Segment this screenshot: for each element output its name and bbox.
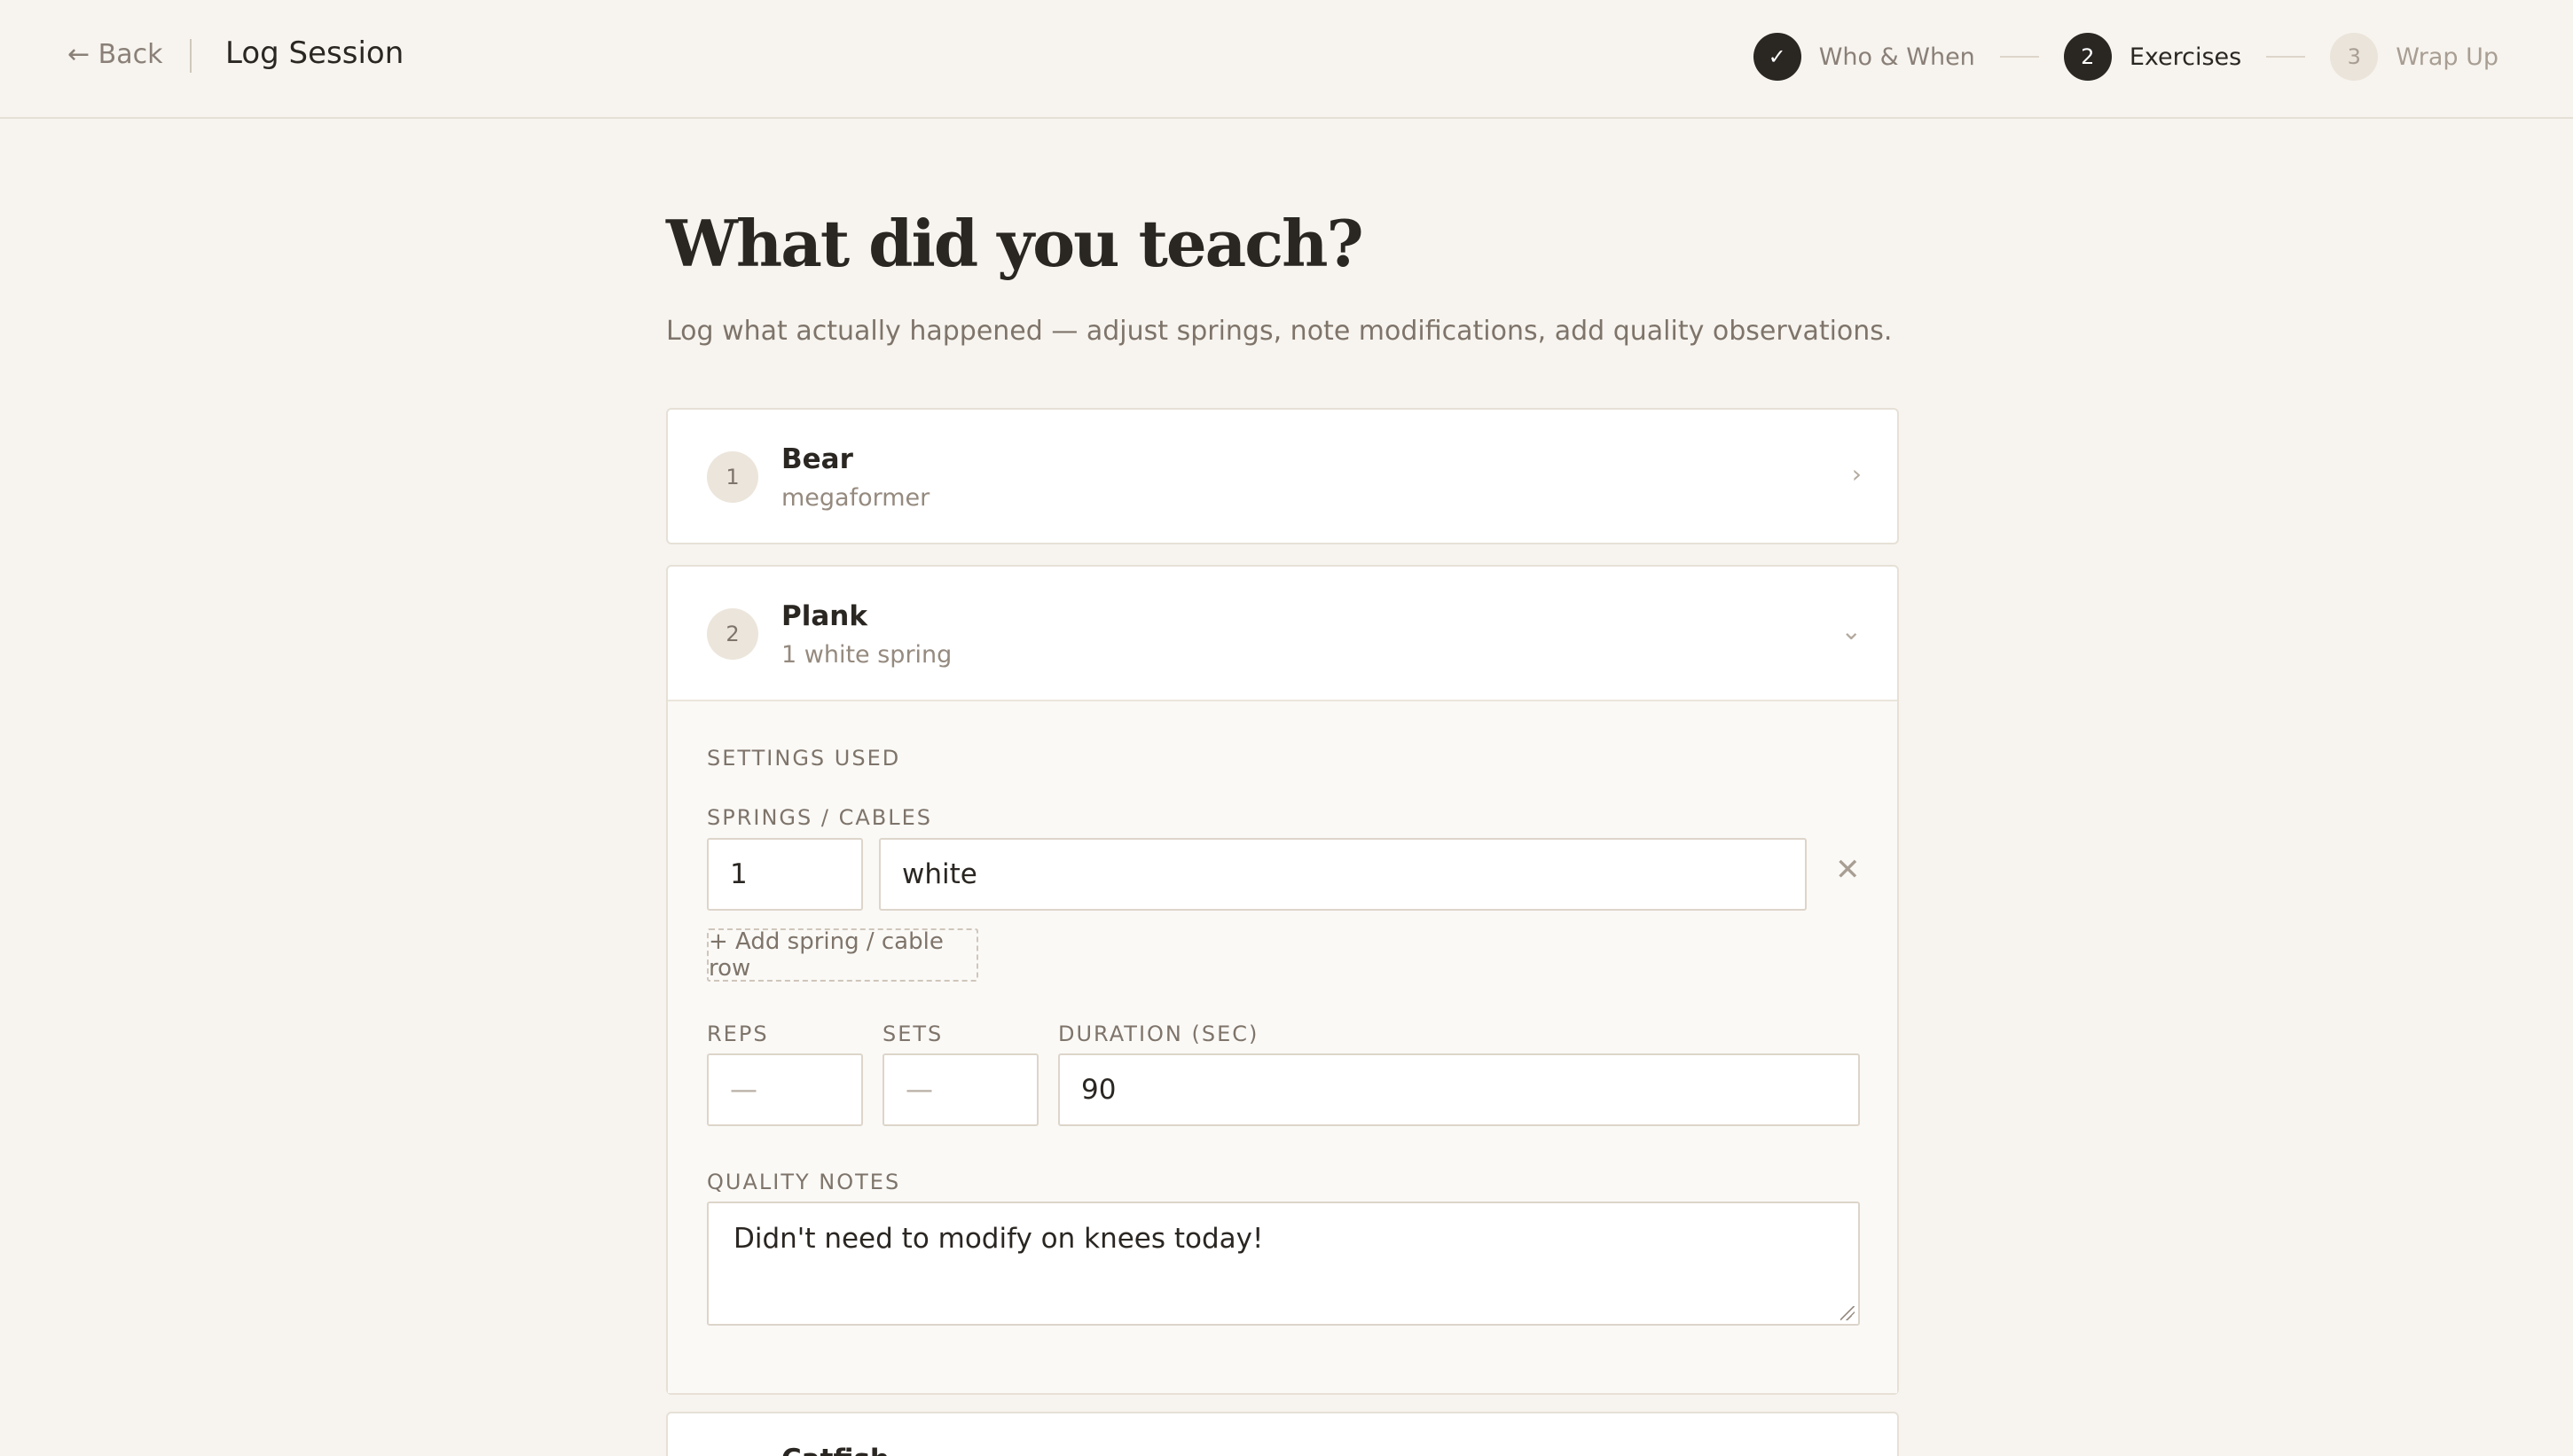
step-wrap-up[interactable]: 3 Wrap Up: [2330, 33, 2498, 81]
exercise-detail: megaformer: [781, 484, 930, 512]
reps-label: REPS: [707, 1022, 769, 1046]
reps-input[interactable]: —: [707, 1053, 863, 1126]
quality-notes-textarea[interactable]: Didn't need to modify on knees today!: [707, 1202, 1860, 1326]
chevron-right-icon[interactable]: ›: [1852, 459, 1862, 489]
remove-spring-row-icon[interactable]: ✕: [1835, 852, 1861, 888]
step-connector: [2266, 56, 2306, 58]
add-spring-row-button[interactable]: + Add spring / cable row: [707, 928, 978, 982]
page-subtitle: Log what actually happened — adjust spri…: [666, 316, 1893, 347]
exercise-name: Bear: [781, 443, 853, 475]
exercise-number-badge: 1: [707, 451, 758, 503]
header-title: Log Session: [225, 35, 404, 71]
step-number: 2: [2063, 33, 2112, 81]
header-divider: [190, 39, 192, 73]
sets-input[interactable]: —: [883, 1053, 1039, 1126]
step-connector: [1999, 56, 2039, 58]
exercise-name: Plank: [781, 600, 867, 632]
spring-color-input[interactable]: white: [879, 838, 1807, 911]
page-title: What did you teach?: [666, 206, 1364, 281]
exercise-number-badge: 2: [707, 608, 758, 660]
step-who-when[interactable]: ✓ Who & When: [1753, 33, 1975, 81]
top-bar: ← Back Log Session ✓ Who & When 2 Exerci…: [0, 0, 2573, 119]
step-exercises[interactable]: 2 Exercises: [2063, 33, 2242, 81]
check-icon: ✓: [1753, 33, 1801, 81]
exercise-card-header[interactable]: 2 Plank 1 white spring ⌄: [668, 567, 1897, 700]
chevron-down-icon[interactable]: ⌄: [1841, 616, 1862, 646]
step-label: Wrap Up: [2396, 43, 2498, 71]
quality-notes-label: QUALITY NOTES: [707, 1170, 901, 1194]
exercise-card-header[interactable]: Catfish: [668, 1413, 1897, 1456]
exercise-detail: 1 white spring: [781, 641, 953, 669]
progress-stepper: ✓ Who & When 2 Exercises 3 Wrap Up: [1753, 32, 2498, 82]
exercise-settings-panel: SETTINGS USED SPRINGS / CABLES 1 white ✕…: [668, 700, 1897, 1393]
settings-section-label: SETTINGS USED: [707, 746, 901, 771]
quality-notes-text: Didn't need to modify on knees today!: [733, 1223, 1264, 1255]
back-button[interactable]: ← Back: [67, 39, 163, 70]
exercise-card-catfish: Catfish: [666, 1412, 1899, 1456]
resize-handle-icon[interactable]: [1840, 1306, 1855, 1320]
springs-label: SPRINGS / CABLES: [707, 805, 932, 830]
spring-count-input[interactable]: 1: [707, 838, 863, 911]
exercise-card-bear: 1 Bear megaformer ›: [666, 408, 1899, 544]
step-label: Who & When: [1818, 43, 1975, 71]
duration-input[interactable]: 90: [1058, 1053, 1860, 1126]
exercise-card-header[interactable]: 1 Bear megaformer ›: [668, 410, 1897, 543]
step-number: 3: [2330, 33, 2379, 81]
sets-label: SETS: [883, 1022, 944, 1046]
exercise-name: Catfish: [781, 1444, 890, 1456]
duration-label: DURATION (SEC): [1058, 1022, 1259, 1046]
exercise-card-plank: 2 Plank 1 white spring ⌄ SETTINGS USED S…: [666, 565, 1899, 1395]
step-label: Exercises: [2129, 43, 2242, 71]
